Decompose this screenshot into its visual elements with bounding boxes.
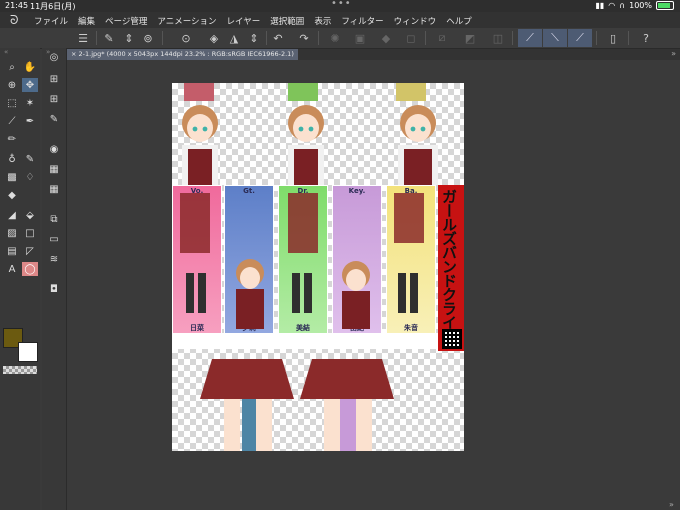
ruler-tool-icon[interactable]: ◸ <box>22 244 38 258</box>
zoom-icon[interactable]: ⌕ <box>4 60 20 74</box>
eyedropper-icon[interactable]: ⟋ <box>4 114 20 128</box>
lower-figures <box>200 359 394 451</box>
menu-window[interactable]: ウィンドウ <box>394 15 437 27</box>
brush-size-icon[interactable]: ◮ <box>226 30 242 46</box>
tool-property-icon[interactable]: ✎ <box>46 112 62 126</box>
fill-icon[interactable]: ⊙ <box>178 30 194 46</box>
menu-filter[interactable]: フィルター <box>341 15 383 27</box>
device-icon[interactable]: ▯ <box>605 30 621 46</box>
layer-property-icon[interactable]: ⧉ <box>46 212 62 226</box>
material-icon[interactable]: ⊞ <box>46 92 62 106</box>
menu-file[interactable]: ファイル <box>34 15 68 27</box>
symmetry-ruler-icon[interactable]: ⟋ <box>568 29 592 47</box>
menu-edit[interactable]: 編集 <box>78 15 95 27</box>
app-logo-icon[interactable]: ᘐ <box>10 13 18 28</box>
redo-icon[interactable]: ↷ <box>296 30 312 46</box>
help-icon[interactable]: ? <box>638 30 654 46</box>
headphone-icon: ∩ <box>619 1 626 10</box>
ruler-icon[interactable]: ⟋ <box>518 29 542 47</box>
color-wheel-icon[interactable]: ◉ <box>46 142 62 156</box>
panel-collapse-icon[interactable]: » <box>671 49 676 58</box>
figure-2 <box>288 105 324 185</box>
qr-code <box>442 329 462 349</box>
menu-view[interactable]: 表示 <box>314 15 331 27</box>
document-tab[interactable]: × 2-1.jpg* (4000 x 5043px 144dpi 23.2% :… <box>67 49 298 60</box>
deselect-icon[interactable]: ▣ <box>352 30 368 46</box>
save-icon[interactable]: ⊚ <box>140 30 156 46</box>
perspective-ruler-icon[interactable]: ⟍ <box>543 29 567 47</box>
tool-palette: « ⌕ ✋ ⊕ ✥ ⬚ ✶ ⟋ ✒ ✏ ♁ ✎ ▩ ♢ ◆ ◢ ⬙ ▨ □ ▤ … <box>0 48 40 510</box>
pencil-icon[interactable]: ✏ <box>4 132 20 146</box>
layer-search-icon[interactable]: ▭ <box>46 232 62 246</box>
figure-icon[interactable]: □ <box>22 226 38 240</box>
subview-icon[interactable]: ⊞ <box>46 72 62 86</box>
menu-page[interactable]: ページ管理 <box>105 15 147 27</box>
menu-items: ファイル 編集 ページ管理 アニメーション レイヤー 選択範囲 表示 フィルター… <box>34 15 482 27</box>
document-tab-label: 2-1.jpg* (4000 x 5043px 144dpi 23.2% : R… <box>78 50 294 58</box>
command-bar: ☰ ✎ ⇕ ⊚ ⊙ ◈ ◮ ⇕ ↶ ↷ ✺ ▣ ◆ ◻ ⧄ ◩ ◫ ⟋ ⟍ ⟋ … <box>0 28 680 49</box>
arrows-icon[interactable]: ⇕ <box>121 30 137 46</box>
right-panel-expand-icon[interactable]: » <box>669 500 674 509</box>
collapse-icon[interactable]: « <box>4 48 8 56</box>
crop-icon[interactable]: ⧄ <box>434 30 450 46</box>
color-set-icon[interactable]: ▦ <box>46 162 62 176</box>
transform-icon[interactable]: ◻ <box>403 30 419 46</box>
signal-icon: ▮▮ <box>595 1 605 10</box>
frame-icon[interactable]: ◫ <box>490 30 506 46</box>
operation-icon[interactable]: ⊕ <box>4 78 20 92</box>
eraser-icon[interactable]: ◆ <box>4 188 20 202</box>
invert-icon[interactable]: ◆ <box>378 30 394 46</box>
transparent-color[interactable] <box>3 366 37 374</box>
multitask-dots-icon[interactable]: ••• <box>331 0 352 9</box>
battery-icon <box>656 1 674 10</box>
blend-icon[interactable]: ♢ <box>22 170 38 184</box>
menu-icon[interactable]: ☰ <box>75 30 91 46</box>
white-band <box>172 333 464 349</box>
document-tab-bar: × 2-1.jpg* (4000 x 5043px 144dpi 23.2% :… <box>67 49 680 60</box>
pen-icon[interactable]: ✒ <box>22 114 38 128</box>
sub-tool-palette: » ◎ ⊞ ⊞ ✎ ◉ ▦ ▦ ⧉ ▭ ≋ ◘ <box>42 48 67 510</box>
hand-icon[interactable]: ✋ <box>22 60 38 74</box>
color-history-icon[interactable]: ▦ <box>46 182 62 196</box>
close-tab-icon[interactable]: × <box>71 50 76 58</box>
status-right: ▮▮ ◠ ∩ 100% <box>595 1 674 10</box>
background-color[interactable] <box>18 342 38 362</box>
palette-icon[interactable]: ◈ <box>206 30 222 46</box>
selection-icon[interactable]: ⬚ <box>4 96 20 110</box>
undo-icon[interactable]: ↶ <box>270 30 286 46</box>
camera-icon[interactable]: ◘ <box>46 282 62 296</box>
spin-icon[interactable]: ⇕ <box>246 30 262 46</box>
move-icon[interactable]: ✥ <box>22 78 38 92</box>
status-date: 11月6日(月) <box>30 2 76 11</box>
menu-layer[interactable]: レイヤー <box>227 15 261 27</box>
balloon-icon[interactable]: ◯ <box>22 262 38 276</box>
status-time: 21:45 <box>5 1 29 10</box>
airbrush-icon[interactable]: ▩ <box>4 170 20 184</box>
text-icon[interactable]: A <box>4 262 20 276</box>
menu-animation[interactable]: アニメーション <box>157 15 216 27</box>
canvas[interactable]: Vo. 日菜 Gt. 夕莉 Dr. 美結 Key. 由紀 Ba. 朱音 ガールズ… <box>172 83 464 451</box>
fill-tool-icon[interactable]: ◢ <box>4 208 20 222</box>
menu-selection[interactable]: 選択範囲 <box>270 15 304 27</box>
new-icon[interactable]: ✎ <box>101 30 117 46</box>
menu-help[interactable]: ヘルプ <box>446 15 472 27</box>
figure-1 <box>182 105 218 185</box>
wifi-icon: ◠ <box>608 1 616 10</box>
bucket-icon[interactable]: ⬙ <box>22 208 38 222</box>
figure-3 <box>398 105 438 185</box>
mask-icon[interactable]: ◩ <box>462 30 478 46</box>
band-members <box>180 193 424 329</box>
navigator-icon[interactable]: ◎ <box>46 50 62 64</box>
paint-icon[interactable]: ✎ <box>22 152 38 166</box>
layer-icon[interactable]: ≋ <box>46 252 62 266</box>
clear-icon[interactable]: ✺ <box>327 30 343 46</box>
status-bar: 21:45 11月6日(月) ••• ▮▮ ◠ ∩ 100% <box>0 0 680 12</box>
brush-icon[interactable]: ♁ <box>4 152 20 166</box>
artwork-title: ガールズバンドクライ <box>440 189 458 329</box>
battery-percent: 100% <box>629 1 652 10</box>
menu-bar: ᘐ ファイル 編集 ページ管理 アニメーション レイヤー 選択範囲 表示 フィル… <box>0 12 680 28</box>
auto-select-icon[interactable]: ✶ <box>22 96 38 110</box>
frame-tool-icon[interactable]: ▤ <box>4 244 20 258</box>
gradient-icon[interactable]: ▨ <box>4 226 20 240</box>
